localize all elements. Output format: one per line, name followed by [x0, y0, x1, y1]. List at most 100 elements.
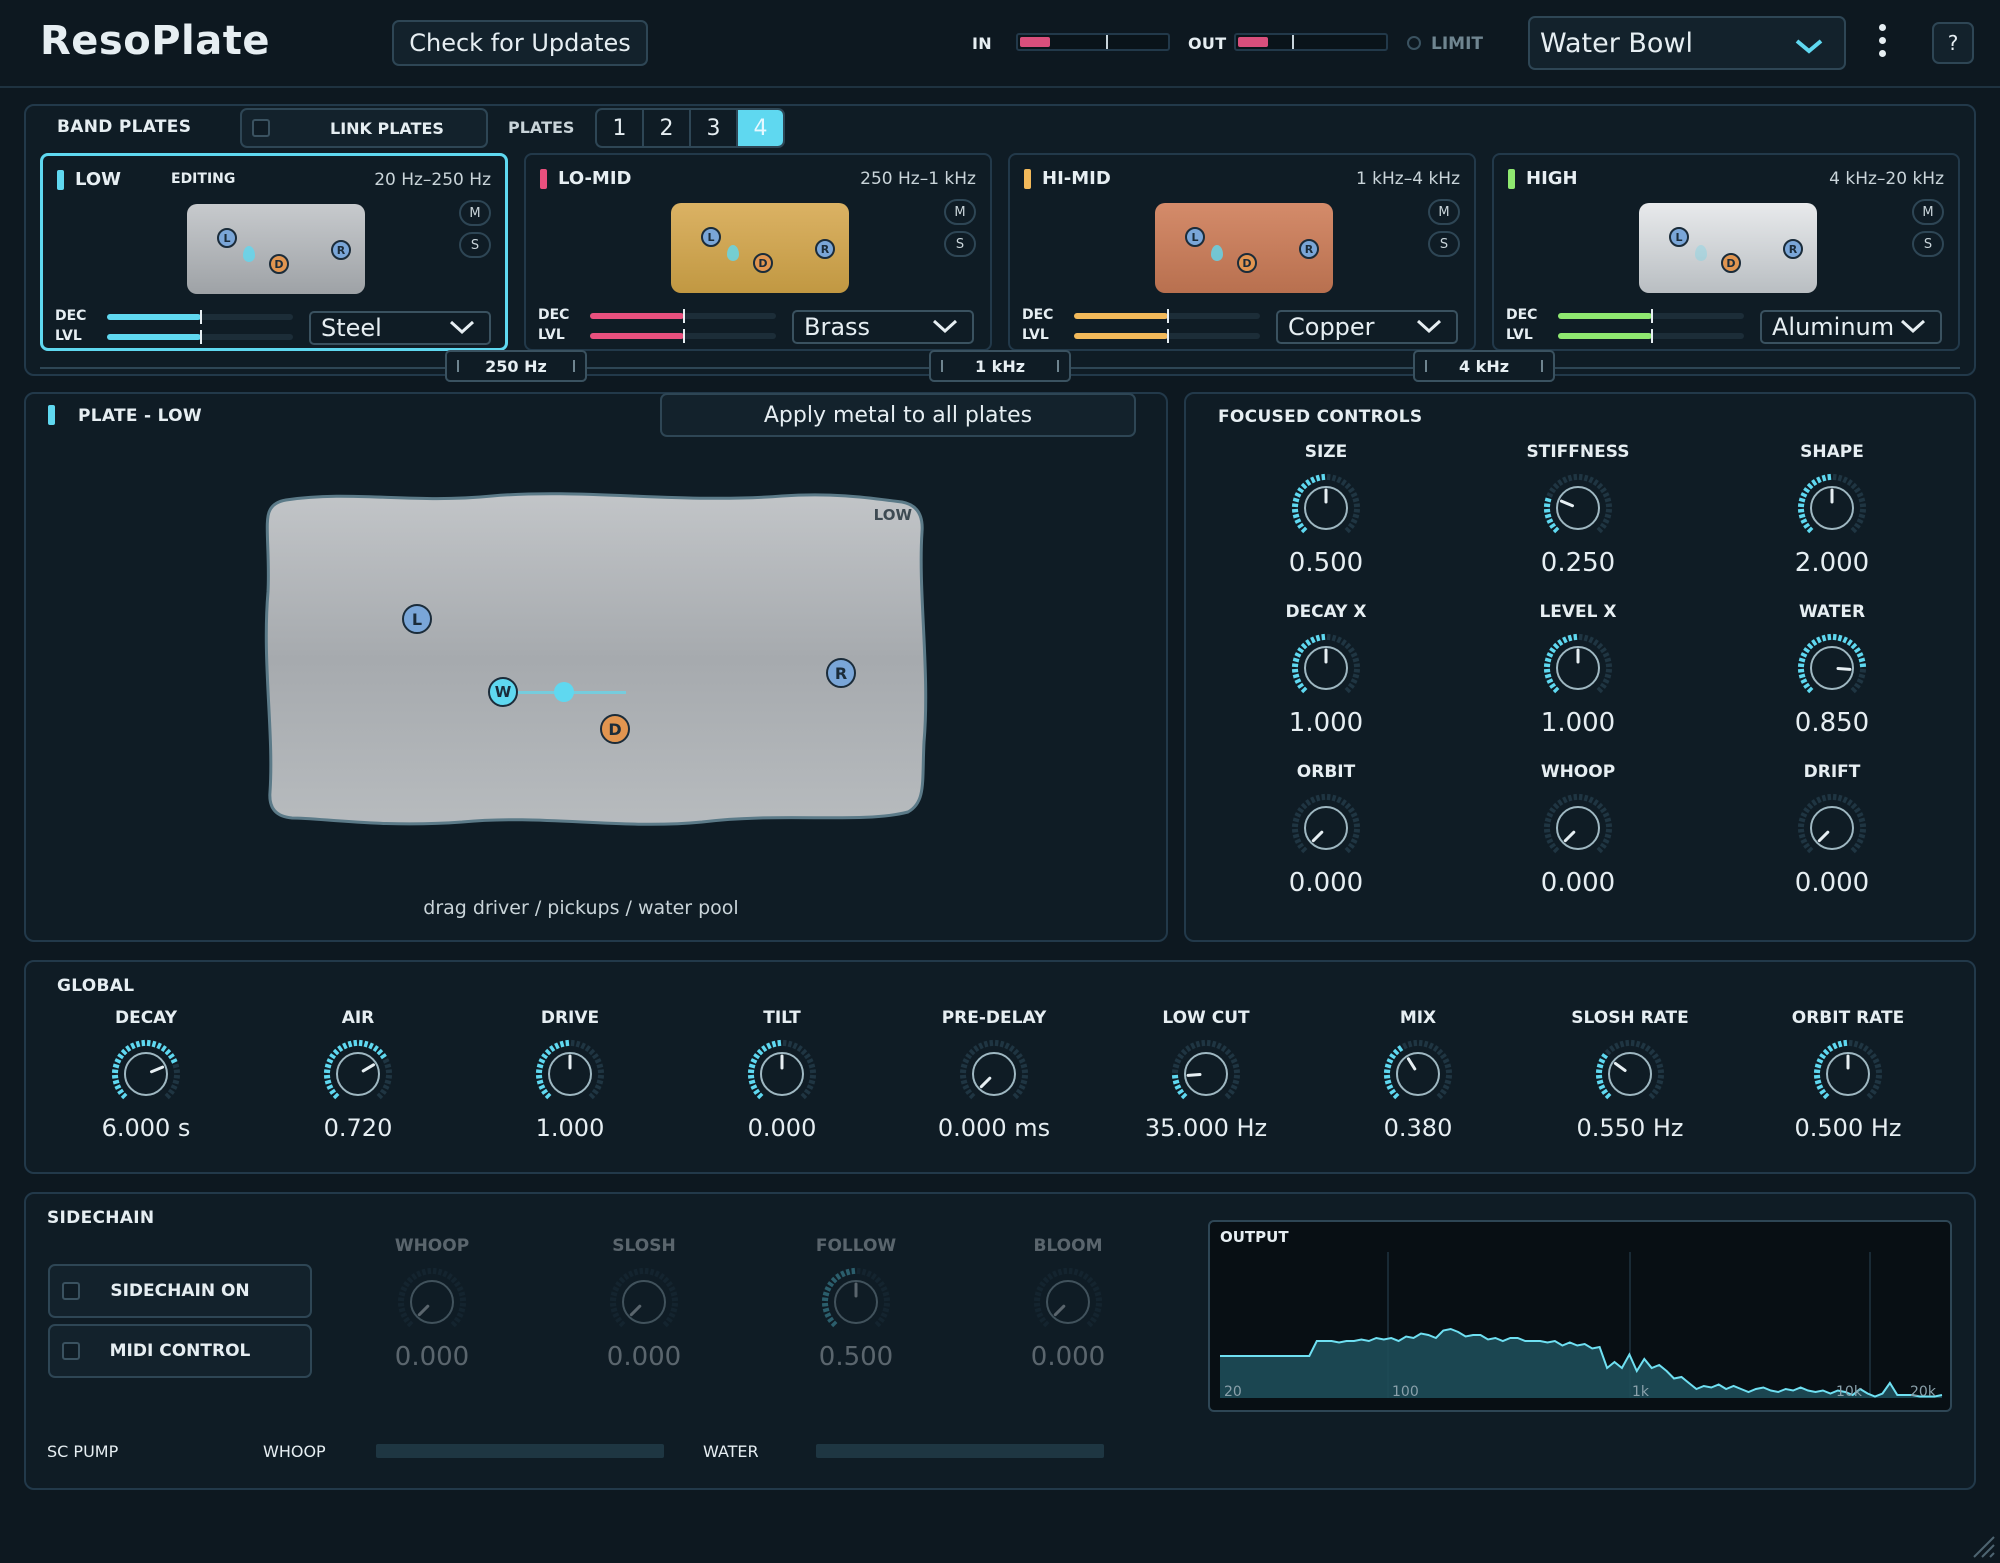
- global-drive-knob[interactable]: [528, 1032, 612, 1116]
- pickup-right-pin[interactable]: R: [1783, 239, 1803, 259]
- sidechain-bloom-label: BLOOM: [1033, 1236, 1103, 1256]
- mute-button[interactable]: M: [1912, 199, 1944, 225]
- mute-button[interactable]: M: [459, 200, 491, 226]
- driver-pin[interactable]: D: [753, 253, 773, 273]
- pickup-left-pin[interactable]: L: [1185, 227, 1205, 247]
- sidechain-slosh-knob[interactable]: [602, 1260, 686, 1344]
- global-decay-knob[interactable]: [104, 1032, 188, 1116]
- global-slosh-rate-knob[interactable]: [1588, 1032, 1672, 1116]
- water-pool-knob[interactable]: [554, 682, 574, 702]
- decay-label: DEC: [1506, 307, 1538, 323]
- plate-count-1[interactable]: 1: [597, 110, 644, 146]
- sidechain-on-checkbox[interactable]: [62, 1282, 80, 1300]
- decay-slider[interactable]: [1558, 309, 1744, 323]
- plate-thumbnail[interactable]: L D R: [187, 204, 365, 294]
- sidechain-on-toggle[interactable]: SIDECHAIN ON: [48, 1264, 312, 1318]
- decay-slider[interactable]: [1074, 309, 1260, 323]
- plate-thumbnail[interactable]: L D R: [671, 203, 849, 293]
- global-pre-delay-knob[interactable]: [952, 1032, 1036, 1116]
- global-tilt-knob[interactable]: [740, 1032, 824, 1116]
- band-card-hi-mid[interactable]: HI-MID 1 kHz–4 kHz M S L D R DEC LVL Cop…: [1008, 153, 1476, 351]
- sidechain-whoop-knob[interactable]: [390, 1260, 474, 1344]
- band-name: LO-MID: [558, 168, 632, 189]
- decay-slider[interactable]: [107, 310, 293, 324]
- crossover-handle-3[interactable]: 4 kHz: [1413, 350, 1555, 382]
- pickup-right-pin[interactable]: R: [815, 239, 835, 259]
- focused-whoop-knob[interactable]: [1536, 786, 1620, 870]
- level-slider[interactable]: [1558, 329, 1744, 343]
- pickup-left-pin[interactable]: L: [217, 228, 237, 248]
- solo-button[interactable]: S: [459, 232, 491, 258]
- midi-control-checkbox[interactable]: [62, 1342, 80, 1360]
- mute-button[interactable]: M: [944, 199, 976, 225]
- focused-decay-x-knob[interactable]: [1284, 626, 1368, 710]
- crossover-handle-1[interactable]: 250 Hz: [445, 350, 587, 382]
- band-color-marker: [57, 170, 64, 190]
- pickup-left-pin[interactable]: L: [1669, 227, 1689, 247]
- kebab-menu-icon[interactable]: [1874, 22, 1890, 62]
- sidechain-bloom-knob[interactable]: [1026, 1260, 1110, 1344]
- solo-button[interactable]: S: [1912, 231, 1944, 257]
- crossover-handle-2[interactable]: 1 kHz: [929, 350, 1071, 382]
- freq-label-1k: 1k: [1632, 1384, 1650, 1400]
- global-low-cut-knob[interactable]: [1164, 1032, 1248, 1116]
- band-card-high[interactable]: HIGH 4 kHz–20 kHz M S L D R DEC LVL Alum…: [1492, 153, 1960, 351]
- metal-dropdown[interactable]: Steel: [309, 311, 491, 345]
- focused-orbit-knob[interactable]: [1284, 786, 1368, 870]
- solo-button[interactable]: S: [1428, 231, 1460, 257]
- check-updates-button[interactable]: Check for Updates: [392, 20, 648, 66]
- focused-size-knob[interactable]: [1284, 466, 1368, 550]
- driver-pin[interactable]: D: [269, 254, 289, 274]
- pickup-left-pin[interactable]: L: [701, 227, 721, 247]
- plate-count-2[interactable]: 2: [644, 110, 691, 146]
- help-button[interactable]: ?: [1932, 22, 1974, 64]
- focused-water-knob[interactable]: [1790, 626, 1874, 710]
- mute-button[interactable]: M: [1428, 199, 1460, 225]
- plate-count-3[interactable]: 3: [691, 110, 738, 146]
- focused-shape-knob[interactable]: [1790, 466, 1874, 550]
- global-orbit-rate-knob[interactable]: [1806, 1032, 1890, 1116]
- decay-label: DEC: [538, 307, 570, 323]
- pickup-right-handle[interactable]: R: [826, 658, 856, 688]
- solo-button[interactable]: S: [944, 231, 976, 257]
- global-air-knob[interactable]: [316, 1032, 400, 1116]
- water-drop-icon: [1211, 245, 1223, 261]
- limit-led[interactable]: [1407, 36, 1421, 50]
- plate-canvas[interactable]: LOW L R W D: [262, 492, 928, 832]
- metal-dropdown[interactable]: Aluminum: [1760, 310, 1942, 344]
- driver-pin[interactable]: D: [1721, 253, 1741, 273]
- level-slider[interactable]: [1074, 329, 1260, 343]
- resize-grip-icon[interactable]: [1970, 1533, 1996, 1559]
- plates-label: PLATES: [508, 118, 575, 137]
- preset-dropdown[interactable]: Water Bowl: [1528, 16, 1846, 70]
- plate-count-4[interactable]: 4: [738, 110, 783, 146]
- plate-thumbnail[interactable]: L D R: [1155, 203, 1333, 293]
- sidechain-follow-knob[interactable]: [814, 1260, 898, 1344]
- water-pool-handle[interactable]: W: [488, 677, 518, 707]
- link-plates-checkbox[interactable]: [252, 119, 270, 137]
- focused-level-x-knob[interactable]: [1536, 626, 1620, 710]
- focused-size-label: SIZE: [1304, 442, 1348, 462]
- focused-stiffness-knob[interactable]: [1536, 466, 1620, 550]
- chevron-down-icon: [1900, 317, 1926, 342]
- level-slider[interactable]: [590, 329, 776, 343]
- focused-orbit-value: 0.000: [1288, 868, 1364, 898]
- apply-metal-button[interactable]: Apply metal to all plates: [660, 393, 1136, 437]
- pickup-right-pin[interactable]: R: [1299, 239, 1319, 259]
- pickup-left-handle[interactable]: L: [402, 604, 432, 634]
- metal-dropdown[interactable]: Brass: [792, 310, 974, 344]
- focused-stiffness-value: 0.250: [1540, 548, 1616, 578]
- plate-thumbnail[interactable]: L D R: [1639, 203, 1817, 293]
- driver-handle[interactable]: D: [600, 714, 630, 744]
- band-card-low[interactable]: LOW EDITING 20 Hz–250 Hz M S L D R DEC L…: [40, 153, 508, 351]
- link-plates-toggle[interactable]: LINK PLATES: [240, 108, 488, 148]
- global-mix-knob[interactable]: [1376, 1032, 1460, 1116]
- pickup-right-pin[interactable]: R: [331, 240, 351, 260]
- midi-control-toggle[interactable]: MIDI CONTROL: [48, 1324, 312, 1378]
- band-card-lo-mid[interactable]: LO-MID 250 Hz–1 kHz M S L D R DEC LVL Br…: [524, 153, 992, 351]
- driver-pin[interactable]: D: [1237, 253, 1257, 273]
- decay-slider[interactable]: [590, 309, 776, 323]
- focused-drift-knob[interactable]: [1790, 786, 1874, 870]
- metal-dropdown[interactable]: Copper: [1276, 310, 1458, 344]
- level-slider[interactable]: [107, 330, 293, 344]
